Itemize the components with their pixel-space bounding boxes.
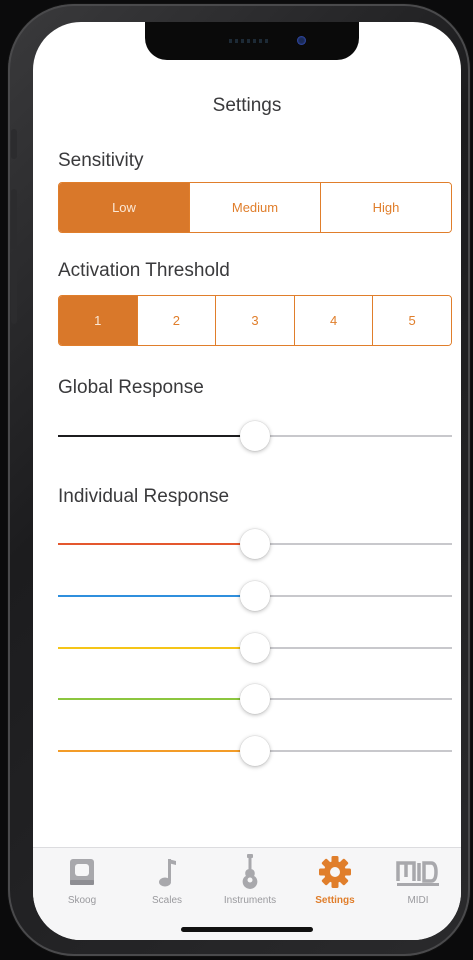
home-indicator[interactable] bbox=[181, 927, 313, 932]
tab-midi[interactable]: MIDI bbox=[376, 854, 460, 906]
page-title: Settings bbox=[212, 95, 282, 116]
individual-response-slider-1[interactable] bbox=[58, 529, 452, 559]
activation-threshold-label: Activation Threshold bbox=[58, 260, 230, 281]
slider-fill bbox=[58, 595, 255, 597]
tab-scales[interactable]: Scales bbox=[125, 854, 209, 906]
tab-label: Skoog bbox=[67, 895, 97, 906]
slider-fill bbox=[58, 698, 255, 700]
slider-fill bbox=[58, 750, 255, 752]
music-note-icon bbox=[125, 854, 209, 890]
app-screen: Settings Sensitivity Low Medium High Act… bbox=[33, 22, 461, 940]
sensitivity-segmented-control: Low Medium High bbox=[58, 182, 452, 233]
individual-response-slider-3[interactable] bbox=[58, 633, 452, 663]
slider-thumb[interactable] bbox=[240, 421, 270, 451]
tab-label: Settings bbox=[315, 895, 355, 906]
sensitivity-option-high[interactable]: High bbox=[320, 183, 451, 232]
tab-label: Scales bbox=[151, 895, 182, 906]
slider-thumb[interactable] bbox=[240, 581, 270, 611]
guitar-icon bbox=[208, 854, 292, 890]
notch bbox=[145, 22, 359, 60]
slider-fill bbox=[58, 647, 255, 649]
activation-threshold-segmented-control: 1 2 3 4 5 bbox=[58, 295, 452, 346]
threshold-option-1[interactable]: 1 bbox=[59, 296, 137, 345]
tab-instruments[interactable]: Instruments bbox=[208, 854, 292, 906]
tab-skoog[interactable]: Skoog bbox=[40, 854, 124, 906]
gear-icon bbox=[293, 854, 377, 890]
slider-thumb[interactable] bbox=[240, 529, 270, 559]
individual-response-slider-4[interactable] bbox=[58, 684, 452, 714]
speaker-grille bbox=[229, 39, 269, 43]
individual-response-slider-5[interactable] bbox=[58, 736, 452, 766]
sensitivity-option-medium[interactable]: Medium bbox=[189, 183, 320, 232]
phone-frame: Settings Sensitivity Low Medium High Act… bbox=[8, 4, 470, 956]
mute-switch bbox=[11, 129, 17, 159]
tab-label: Instruments bbox=[223, 895, 277, 906]
slider-fill bbox=[58, 435, 255, 437]
midi-icon bbox=[376, 854, 460, 890]
global-response-label: Global Response bbox=[58, 377, 204, 398]
individual-response-slider-2[interactable] bbox=[58, 581, 452, 611]
tab-label: MIDI bbox=[407, 895, 429, 906]
slider-thumb[interactable] bbox=[240, 633, 270, 663]
threshold-option-4[interactable]: 4 bbox=[293, 296, 373, 345]
individual-response-label: Individual Response bbox=[58, 486, 230, 507]
front-camera bbox=[297, 36, 306, 45]
threshold-option-3[interactable]: 3 bbox=[215, 296, 294, 345]
volume-up-button bbox=[11, 189, 17, 249]
slider-fill bbox=[58, 543, 255, 545]
skoog-cube-icon bbox=[40, 854, 124, 890]
sensitivity-label: Sensitivity bbox=[58, 150, 144, 171]
slider-thumb[interactable] bbox=[240, 736, 270, 766]
global-response-slider[interactable] bbox=[58, 421, 452, 451]
slider-thumb[interactable] bbox=[240, 684, 270, 714]
threshold-option-5[interactable]: 5 bbox=[372, 296, 451, 345]
tab-settings[interactable]: Settings bbox=[293, 854, 377, 906]
sensitivity-option-low[interactable]: Low bbox=[59, 183, 189, 232]
threshold-option-2[interactable]: 2 bbox=[136, 296, 216, 345]
volume-down-button bbox=[11, 264, 17, 324]
